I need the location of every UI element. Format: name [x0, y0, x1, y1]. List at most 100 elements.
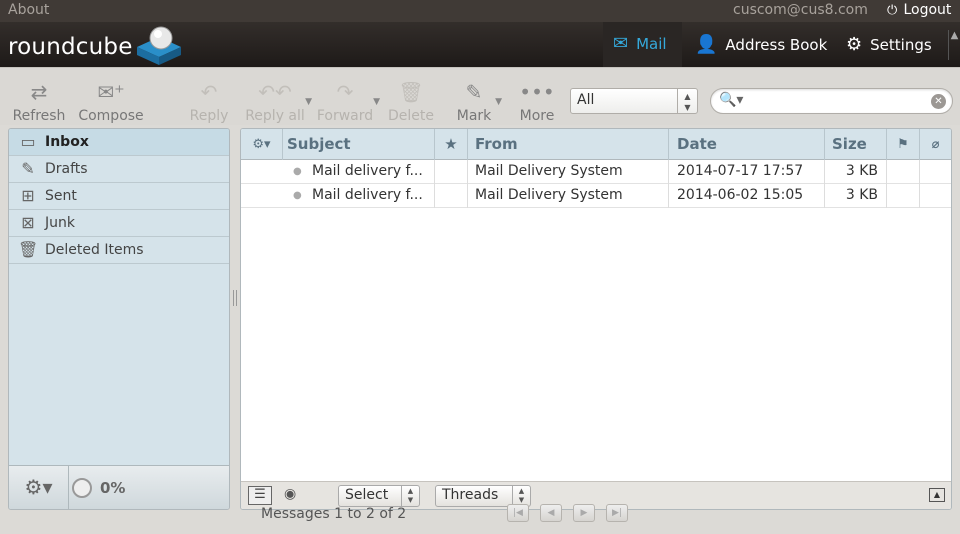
pane-splitter[interactable] — [233, 290, 237, 306]
app-header: roundcube ✉ Mail 👤 Address Book ⚙ Settings … — [0, 22, 960, 67]
folder-sent[interactable]: ⊞ Sent — [9, 183, 229, 210]
folder-label: Drafts — [45, 161, 88, 177]
reply-all-label: Reply all — [245, 108, 305, 124]
clear-search-icon[interactable]: ✕ — [931, 94, 946, 109]
folder-label: Junk — [45, 215, 75, 231]
select-arrows-icon: ▲ ▼ — [401, 486, 419, 506]
folder-label: Deleted Items — [45, 242, 144, 258]
logout-button[interactable]: ⏻ Logout — [887, 2, 951, 18]
message-flag[interactable] — [887, 160, 920, 184]
delete-label: Delete — [388, 108, 434, 124]
delete-button[interactable]: 🗑 Delete — [386, 80, 436, 124]
thread-icon[interactable]: ◉ — [284, 486, 296, 502]
nav-address-book[interactable]: 👤 Address Book — [695, 22, 827, 67]
folder-footer: ⚙▾ 0% — [9, 465, 229, 509]
envelope-icon: ✉ — [613, 32, 629, 54]
column-size[interactable]: Size — [825, 129, 887, 160]
message-list: ⚙▾ Subject ★ From Date Size ⚑ ⌀ ● Mail d… — [240, 128, 952, 510]
header-collapse-toggle[interactable]: ▲ — [948, 30, 960, 60]
folder-label: Sent — [45, 188, 77, 204]
select-arrows-icon: ▲ ▼ — [677, 89, 697, 113]
message-star[interactable] — [435, 184, 468, 208]
sent-icon: ⊞ — [21, 186, 35, 205]
filter-value: All — [577, 92, 595, 108]
refresh-label: Refresh — [12, 108, 66, 124]
gear-icon: ⚙ — [846, 33, 863, 55]
reply-button[interactable]: ↶ Reply — [186, 80, 232, 124]
compose-button[interactable]: ✉⁺ Compose — [78, 80, 144, 124]
nav-settings[interactable]: ⚙ Settings — [846, 22, 932, 67]
flag-icon[interactable]: ⚑ — [887, 129, 920, 160]
inbox-icon: ▭ — [20, 132, 36, 151]
reply-all-button[interactable]: ↶↶ Reply all ▼ — [244, 80, 312, 124]
about-link[interactable]: About — [8, 2, 49, 18]
folder-deleted-items[interactable]: 🗑 Deleted Items — [9, 237, 229, 264]
forward-button[interactable]: ↷ Forward ▼ — [316, 80, 380, 124]
column-date[interactable]: Date — [669, 129, 825, 160]
preview-pane-toggle-icon[interactable]: ▲ — [929, 488, 945, 502]
chevron-down-icon: ▼ — [495, 97, 502, 107]
junk-icon: ⊠ — [21, 213, 35, 232]
power-icon: ⏻ — [887, 3, 898, 18]
star-icon[interactable]: ★ — [435, 129, 468, 160]
message-subject[interactable]: Mail delivery f... — [283, 184, 435, 208]
message-size: 3 KB — [825, 184, 887, 208]
refresh-icon: ⇄ — [30, 80, 48, 104]
folder-junk[interactable]: ⊠ Junk — [9, 210, 229, 237]
message-row[interactable]: ● Mail delivery f... Mail Delivery Syste… — [241, 160, 951, 184]
column-from[interactable]: From — [468, 129, 669, 160]
chevron-down-icon: ▼ — [305, 97, 312, 107]
column-subject[interactable]: Subject — [283, 129, 435, 160]
previous-page-button[interactable]: ◀ — [540, 504, 562, 522]
folder-inbox[interactable]: ▭ Inbox — [9, 129, 229, 156]
logo-text: roundcube — [8, 34, 133, 60]
top-bar: About cuscom@cus8.com ⏻ Logout — [0, 0, 960, 22]
more-label: More — [519, 108, 555, 124]
message-count-status: Messages 1 to 2 of 2 — [261, 506, 407, 522]
trash-icon: 🗑 — [398, 80, 424, 104]
more-button[interactable]: ••• More — [516, 80, 558, 124]
mark-button[interactable]: ✎ Mark ▼ — [452, 80, 502, 124]
select-label: Select — [345, 487, 389, 503]
folder-drafts[interactable]: ✎ Drafts — [9, 156, 229, 183]
pencil-icon: ✎ — [21, 159, 35, 178]
message-star[interactable] — [435, 160, 468, 184]
message-date: 2014-07-17 17:57 — [669, 160, 825, 184]
message-from: Mail Delivery System — [468, 160, 669, 184]
forward-icon: ↷ — [336, 80, 354, 104]
message-subject[interactable]: Mail delivery f... — [283, 160, 435, 184]
nav-address-book-label: Address Book — [725, 35, 828, 54]
message-flag[interactable] — [887, 184, 920, 208]
toolbar: ⇄ Refresh ✉⁺ Compose ↶ Reply ↶↶ Reply al… — [0, 67, 960, 125]
mark-label: Mark — [456, 108, 492, 124]
select-dropdown[interactable]: Select ▲ ▼ — [338, 485, 420, 507]
mark-icon: ✎ — [465, 80, 483, 104]
person-icon: 👤 — [695, 33, 718, 55]
logout-label: Logout — [903, 2, 952, 18]
last-page-button[interactable]: ▶| — [606, 504, 628, 522]
threads-label: Threads — [442, 487, 499, 503]
compose-label: Compose — [78, 108, 144, 124]
nav-mail[interactable]: ✉ Mail — [603, 22, 682, 67]
reply-icon: ↶ — [200, 80, 218, 104]
quota-icon — [72, 478, 92, 498]
filter-select[interactable]: All ▲ ▼ — [570, 88, 698, 114]
refresh-button[interactable]: ⇄ Refresh — [10, 80, 68, 124]
next-page-button[interactable]: ▶ — [573, 504, 595, 522]
username: cuscom@cus8.com — [733, 2, 868, 18]
message-row[interactable]: ● Mail delivery f... Mail Delivery Syste… — [241, 184, 951, 208]
search-box[interactable]: 🔍▾ ✕ — [710, 88, 953, 114]
compose-icon: ✉⁺ — [97, 80, 125, 104]
search-icon[interactable]: 🔍▾ — [719, 92, 743, 108]
list-options-gear-icon[interactable]: ⚙▾ — [241, 129, 283, 160]
reply-all-icon: ↶↶ — [258, 80, 292, 104]
folder-actions-gear-icon[interactable]: ⚙▾ — [9, 466, 69, 509]
first-page-button[interactable]: |◀ — [507, 504, 529, 522]
select-arrows-icon: ▲ ▼ — [512, 486, 530, 506]
chevron-down-icon: ▼ — [373, 97, 380, 107]
folder-label: Inbox — [45, 134, 89, 150]
message-list-footer: ☰ ◉ Select ▲ ▼ Threads ▲ ▼ ▲ — [241, 481, 951, 509]
list-menu-icon[interactable]: ☰ — [248, 486, 272, 505]
logo-icon — [137, 26, 181, 65]
attachment-icon[interactable]: ⌀ — [920, 129, 951, 160]
